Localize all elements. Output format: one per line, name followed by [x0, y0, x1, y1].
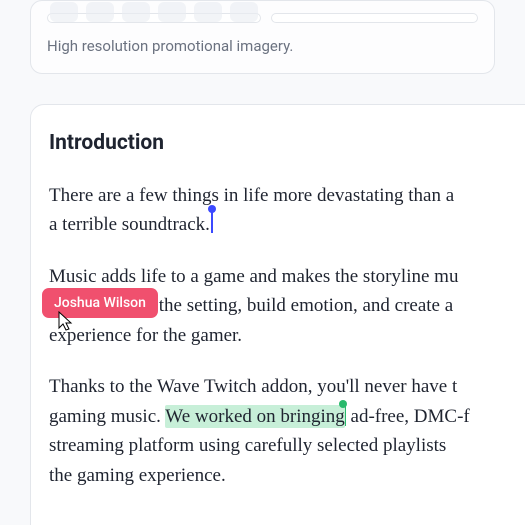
paragraph-1[interactable]: There are a few things in life more deva…	[49, 181, 525, 240]
text-run: There are a few things in life more deva…	[49, 185, 454, 206]
thumbnail-group-2[interactable]	[271, 13, 478, 23]
thumbnail-group-1[interactable]	[47, 13, 261, 23]
thumbnail-row	[47, 13, 478, 23]
text-run: streaming platform using carefully selec…	[49, 435, 446, 456]
collaborator-name: Joshua Wilson	[54, 295, 146, 311]
thumbnail[interactable]	[230, 2, 258, 22]
top-caption: High resolution promotional imagery.	[47, 37, 478, 55]
collab-selection: We worked on bringing	[165, 405, 344, 428]
thumbnail[interactable]	[194, 2, 222, 22]
thumbnail[interactable]	[50, 2, 78, 22]
page-root: High resolution promotional imagery. Int…	[0, 0, 525, 525]
text-run: experience for the gamer.	[49, 325, 242, 346]
text-caret	[211, 211, 213, 233]
thumbnail[interactable]	[86, 2, 114, 22]
text-run: a terrible soundtrack.	[49, 214, 210, 235]
section-heading: Introduction	[49, 131, 525, 155]
text-run: gaming music.	[49, 406, 165, 427]
text-run: Thanks to the Wave Twitch addon, you'll …	[49, 376, 457, 397]
text-run: the gaming experience.	[49, 465, 226, 486]
thumbnail[interactable]	[158, 2, 186, 22]
text-run: Music adds life to a game and makes the …	[49, 266, 458, 287]
thumbnail[interactable]	[122, 2, 150, 22]
top-info-card: High resolution promotional imagery.	[30, 0, 495, 74]
collaborator-badge[interactable]: Joshua Wilson	[42, 288, 158, 318]
paragraph-3[interactable]: Thanks to the Wave Twitch addon, you'll …	[49, 372, 525, 490]
text-run: ad-free, DMC-f	[346, 406, 470, 427]
text-run: We worked on bringing	[165, 406, 344, 427]
